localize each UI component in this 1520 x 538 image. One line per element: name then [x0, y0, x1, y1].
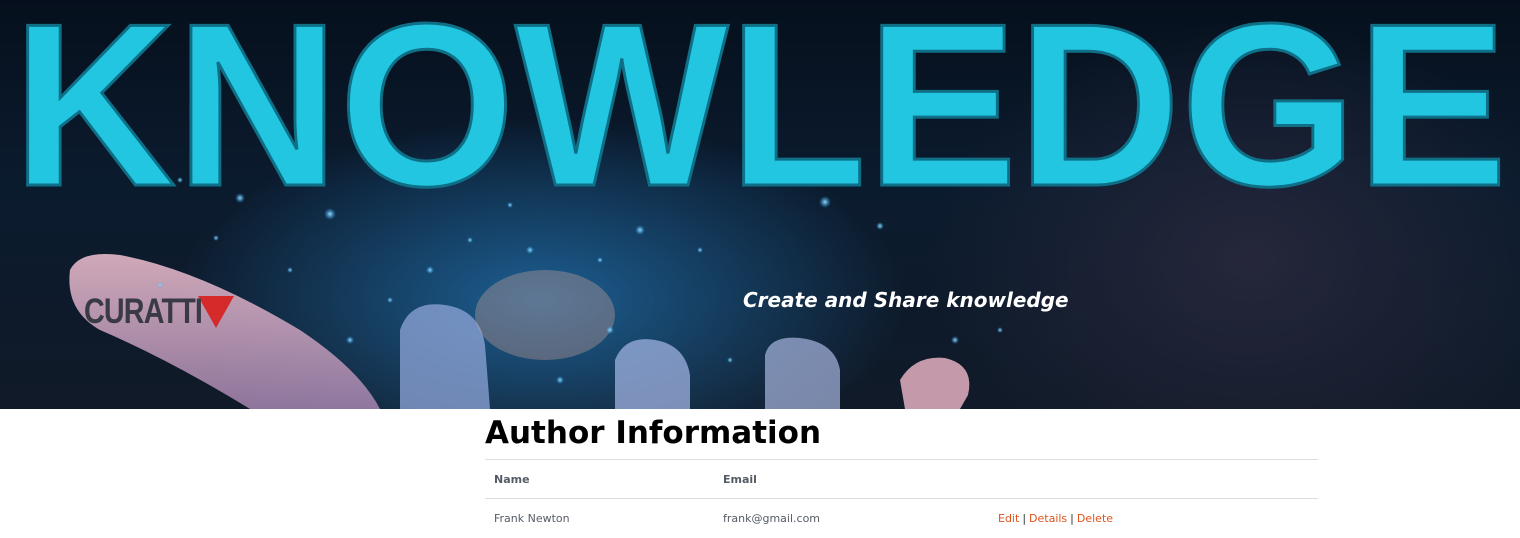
- column-header-actions: [989, 459, 1318, 499]
- authors-table: Name Email Frank Newton frank@gmail.com …: [485, 459, 1318, 537]
- edit-link[interactable]: Edit: [998, 512, 1019, 525]
- author-actions-cell: Edit | Details | Delete: [989, 498, 1318, 537]
- logo-text: CURATTI: [84, 292, 203, 331]
- author-name-cell: Frank Newton: [485, 498, 714, 537]
- main-content: Author Information Name Email Frank Newt…: [485, 409, 1318, 537]
- author-email-cell: frank@gmail.com: [714, 498, 989, 537]
- logo-triangle-icon: [198, 296, 234, 328]
- column-header-name: Name: [485, 459, 714, 499]
- separator: |: [1070, 511, 1074, 525]
- hero-headline: KNOWLEDGE: [11, 0, 1509, 200]
- hero-banner: KNOWLEDGE CURATTI Create and Share knowl…: [0, 0, 1520, 409]
- delete-link[interactable]: Delete: [1077, 512, 1113, 525]
- hero-tagline: Create and Share knowledge: [743, 288, 1069, 312]
- separator: |: [1022, 511, 1027, 525]
- curatti-logo: CURATTI: [84, 292, 234, 332]
- column-header-email: Email: [714, 459, 989, 499]
- table-header-row: Name Email: [485, 459, 1318, 499]
- page-title: Author Information: [485, 415, 822, 451]
- svg-text:KNOWLEDGE: KNOWLEDGE: [13, 0, 1508, 200]
- table-row: Frank Newton frank@gmail.com Edit | Detail…: [485, 498, 1318, 537]
- details-link[interactable]: Details: [1029, 512, 1067, 525]
